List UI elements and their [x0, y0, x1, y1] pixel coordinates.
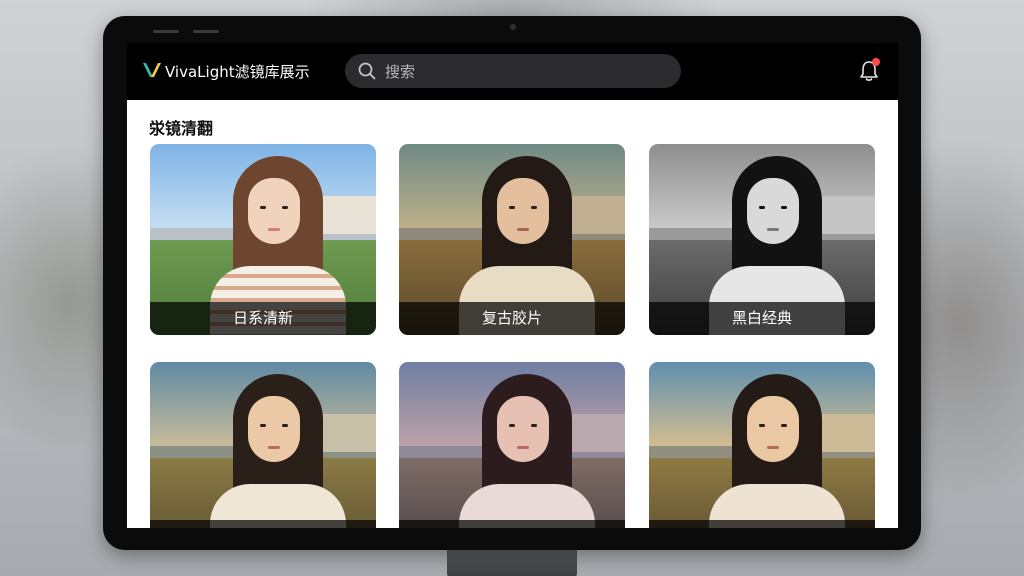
power-button — [193, 30, 219, 33]
search-input[interactable] — [383, 54, 667, 90]
app-screen: VivaLight滤镜库展示 泶镜清翻 日系清新 — [127, 43, 898, 528]
filter-card-vintage[interactable]: 复古胶片 — [399, 144, 625, 335]
search-icon — [358, 62, 376, 80]
top-bar: VivaLight滤镜库展示 — [127, 43, 898, 100]
filter-card-bw[interactable]: 黑白经典 — [649, 144, 875, 335]
filter-card-fresh[interactable]: 日系清新 — [150, 144, 376, 335]
filter-label: 吳憑添 — [150, 520, 376, 528]
filter-label: 复古胶片 — [399, 302, 625, 335]
app-title: VivaLight滤镜库展示 — [165, 63, 310, 81]
front-camera — [510, 24, 516, 30]
filter-label: 日系清新 — [150, 302, 376, 335]
filter-card-rose[interactable]: 果添 — [399, 362, 625, 528]
filter-label: 果添 — [399, 520, 625, 528]
volume-button — [153, 30, 179, 33]
filter-label: 黑白经典 — [649, 520, 875, 528]
filter-card-sunset[interactable]: 黑白经典 — [649, 362, 875, 528]
tablet-stand — [447, 548, 577, 576]
section-title: 泶镜清翻 — [149, 119, 214, 138]
notification-dot — [872, 58, 880, 66]
filter-label: 黑白经典 — [649, 302, 875, 335]
vivalight-logo-icon — [143, 63, 161, 77]
search-bar[interactable] — [345, 54, 681, 90]
filter-card-warm[interactable]: 吳憑添 — [150, 362, 376, 528]
